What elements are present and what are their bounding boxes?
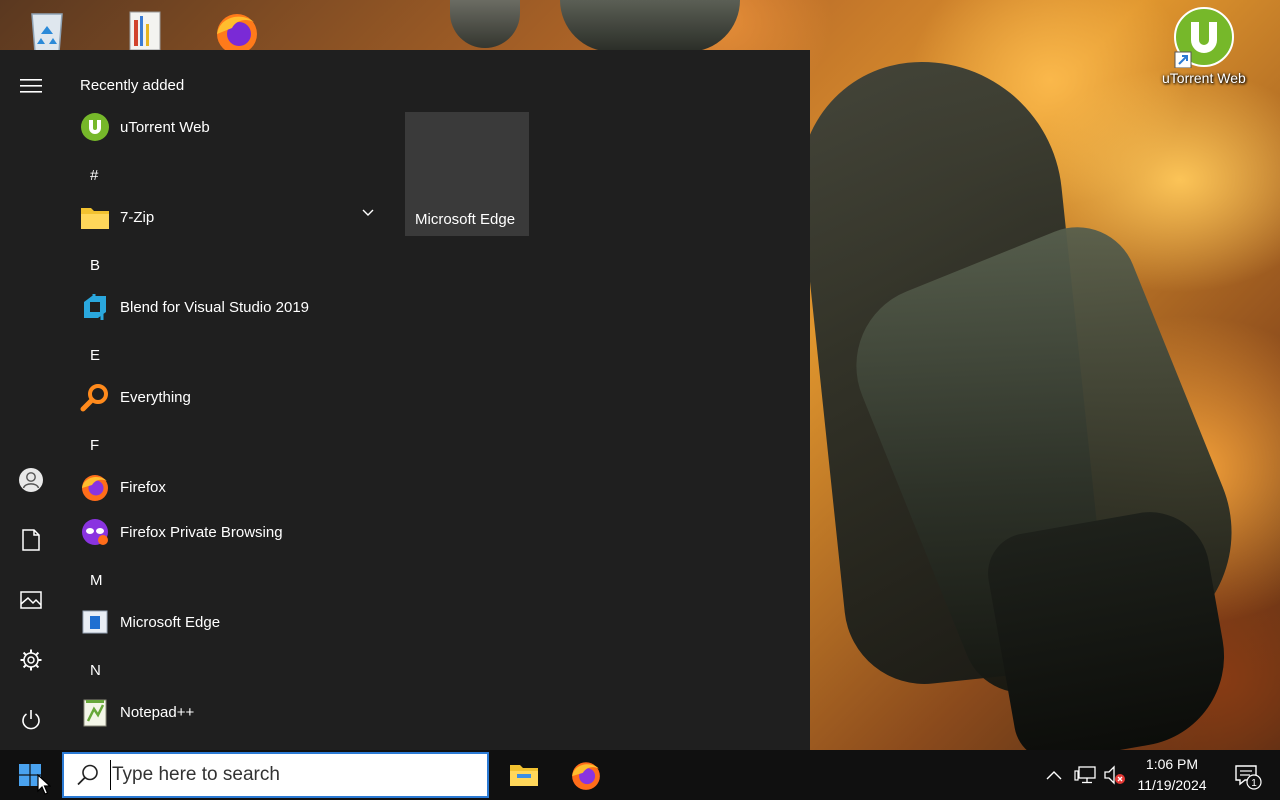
app-item-blend[interactable]: Blend for Visual Studio 2019 (62, 285, 392, 329)
app-item-everything[interactable]: Everything (62, 375, 392, 419)
mouse-cursor-icon (37, 774, 51, 795)
file-explorer-icon (510, 765, 538, 786)
search-input[interactable] (110, 760, 470, 790)
app-item-label: 7-Zip (120, 208, 155, 226)
start-button[interactable] (0, 750, 60, 800)
utorrent-icon (79, 111, 111, 143)
desktop-icon-recycle-bin[interactable] (24, 8, 70, 52)
chevron-down-icon[interactable] (362, 209, 374, 217)
letter-header-hash[interactable]: # (90, 167, 110, 184)
app-item-label: Notepad++ (120, 703, 195, 721)
app-item-label: Everything (120, 388, 191, 406)
settings-button[interactable] (0, 636, 62, 684)
recycle-bin-icon (31, 13, 63, 52)
letter-header-e[interactable]: E (90, 347, 110, 364)
app-item-7zip[interactable]: 7-Zip (62, 195, 392, 239)
taskbar: 1:06 PM 11/19/2024 1 (0, 750, 1280, 800)
app-list: Recently added uTorrent Web # 7-Zip B Bl… (62, 50, 392, 750)
app-item-firefox[interactable]: Firefox (62, 465, 392, 509)
notepad-shortcut-icon (129, 11, 161, 50)
clock-time: 1:06 PM (1145, 756, 1199, 772)
system-clock[interactable]: 1:06 PM 11/19/2024 (1128, 754, 1216, 796)
desktop-icon-utorrent[interactable]: uTorrent Web (1162, 6, 1246, 86)
power-icon (22, 710, 40, 730)
letter-header-f[interactable]: F (90, 437, 110, 454)
recently-added-header: Recently added (80, 77, 185, 94)
documents-icon (22, 529, 40, 551)
blend-icon (79, 291, 111, 323)
desktop-icon-notepad[interactable] (126, 10, 166, 50)
notepad-plus-plus-icon (79, 696, 111, 728)
action-center-button[interactable]: 1 (1222, 750, 1272, 800)
app-item-utorrent-web[interactable]: uTorrent Web (62, 105, 392, 149)
notification-count: 1 (1251, 778, 1257, 789)
edge-icon (79, 606, 111, 638)
firefox-icon (572, 762, 600, 790)
app-item-label: Firefox (120, 478, 166, 496)
app-item-label: Firefox Private Browsing (120, 523, 283, 541)
firefox-private-icon (79, 516, 111, 548)
app-item-microsoft-edge[interactable]: Microsoft Edge (62, 600, 392, 644)
app-item-label: Blend for Visual Studio 2019 (120, 298, 310, 316)
tile-microsoft-edge[interactable]: Microsoft Edge (405, 112, 529, 236)
taskbar-file-explorer[interactable] (495, 750, 553, 800)
user-icon (19, 468, 43, 492)
folder-icon (79, 201, 111, 233)
network-status-button[interactable] (1073, 763, 1097, 787)
power-button[interactable] (0, 696, 62, 744)
taskbar-search-box[interactable] (62, 752, 489, 798)
letter-header-n[interactable]: N (90, 662, 110, 679)
start-menu: Recently added uTorrent Web # 7-Zip B Bl… (0, 50, 810, 750)
tile-label: Microsoft Edge (415, 211, 516, 228)
desktop-icon-firefox[interactable] (212, 8, 262, 52)
pictures-button[interactable] (0, 576, 62, 624)
taskbar-firefox[interactable] (557, 750, 615, 800)
volume-button[interactable] (1103, 763, 1127, 787)
app-item-label: Microsoft Edge (120, 613, 221, 631)
user-account-button[interactable] (0, 456, 62, 504)
documents-button[interactable] (0, 516, 62, 564)
clock-date: 11/19/2024 (1137, 777, 1207, 793)
desktop-icon-label: uTorrent Web (1162, 70, 1246, 86)
letter-header-b[interactable]: B (90, 257, 110, 274)
firefox-icon (79, 471, 111, 503)
settings-icon (20, 649, 42, 671)
app-item-notepad-plus-plus[interactable]: Notepad++ (62, 690, 392, 734)
pictures-icon (20, 591, 42, 609)
volume-muted-icon (1104, 765, 1125, 785)
search-icon (77, 764, 98, 786)
start-menu-rail (0, 50, 62, 750)
app-item-firefox-private[interactable]: Firefox Private Browsing (62, 510, 392, 554)
hamburger-menu-icon (20, 79, 42, 93)
notification-icon: 1 (1235, 765, 1262, 790)
app-item-label: uTorrent Web (120, 118, 210, 136)
firefox-icon (217, 14, 257, 52)
chevron-up-icon (1046, 771, 1062, 780)
search-magnifier-icon (79, 381, 111, 413)
wallpaper-helmet (560, 0, 740, 52)
expand-menu-button[interactable] (0, 62, 62, 110)
network-icon (1074, 766, 1096, 784)
utorrent-icon (1173, 7, 1234, 68)
letter-header-m[interactable]: M (90, 572, 110, 589)
show-hidden-icons-button[interactable] (1042, 763, 1066, 787)
